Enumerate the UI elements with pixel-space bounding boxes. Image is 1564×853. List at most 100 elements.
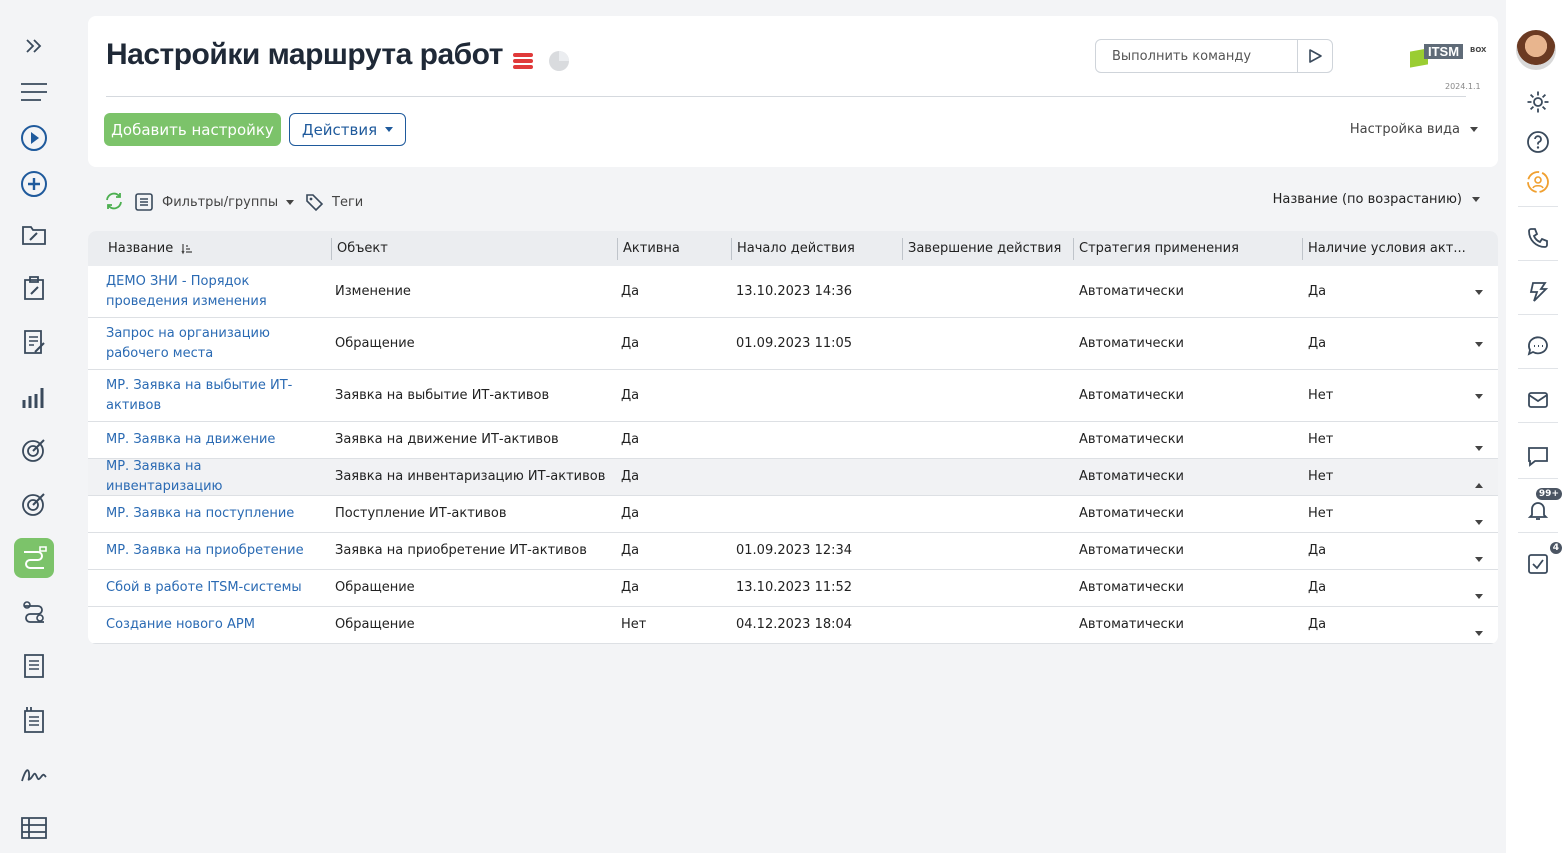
add-circle-icon[interactable]: [14, 164, 54, 204]
menu-icon[interactable]: [14, 72, 54, 112]
chevron-down-icon: [1470, 127, 1478, 132]
run-command-button[interactable]: [1297, 40, 1332, 72]
column-header-condition[interactable]: Наличие условия акт...: [1302, 238, 1472, 260]
tasks-check-icon[interactable]: 4: [1522, 542, 1562, 580]
divider: [1518, 206, 1558, 207]
table-row[interactable]: МР. Заявка на приобретение Заявка на прио…: [88, 533, 1498, 570]
play-circle-icon[interactable]: [14, 118, 54, 158]
cell-strategy: Автоматически: [1079, 283, 1185, 299]
cell-object: Обращение: [335, 617, 415, 632]
add-setting-button[interactable]: Добавить настройку: [104, 113, 281, 146]
divider: [1518, 368, 1558, 369]
cell-name[interactable]: МР. Заявка на приобретение: [106, 533, 316, 569]
list-view-icon[interactable]: [512, 52, 534, 74]
notifications-bell-icon[interactable]: 99+: [1522, 488, 1562, 526]
table-row[interactable]: Запрос на организацию рабочего места Обра…: [88, 318, 1498, 370]
chat-bot-icon[interactable]: [1522, 330, 1554, 362]
cell-object: Заявка на движение ИТ-активов: [335, 432, 559, 447]
target-alt-icon[interactable]: [14, 484, 54, 524]
version-label: 2024.1.1: [1445, 82, 1481, 91]
cell-name[interactable]: МР. Заявка на движение: [106, 422, 316, 458]
title-icons: [512, 50, 570, 76]
tags-button[interactable]: Теги: [304, 192, 363, 212]
cell-strategy: Автоматически: [1079, 617, 1185, 632]
command-box: [1095, 39, 1333, 73]
divider: [1518, 532, 1558, 533]
settings-gear-icon[interactable]: [1522, 86, 1554, 118]
command-input[interactable]: [1096, 40, 1296, 72]
cell-name[interactable]: Запрос на организацию рабочего места: [106, 318, 316, 369]
table-row[interactable]: МР. Заявка на выбытие ИТ-активов Заявка н…: [88, 370, 1498, 422]
quote-document-icon[interactable]: [14, 700, 54, 740]
chevron-up-icon[interactable]: [1475, 473, 1483, 492]
user-avatar[interactable]: [1516, 30, 1556, 70]
work-route-icon[interactable]: [14, 538, 54, 578]
refresh-icon[interactable]: [104, 192, 124, 210]
bar-chart-icon[interactable]: [14, 376, 54, 416]
table-list-icon[interactable]: [14, 808, 54, 848]
cell-object: Поступление ИТ-активов: [335, 506, 507, 521]
target-icon[interactable]: [14, 430, 54, 470]
cell-strategy: Автоматически: [1079, 580, 1185, 595]
filter-list-icon: [135, 193, 153, 211]
route-settings-icon[interactable]: [14, 592, 54, 632]
cell-name[interactable]: МР. Заявка на выбытие ИТ-активов: [106, 370, 316, 421]
chevron-down-icon[interactable]: [1475, 510, 1483, 529]
cell-condition: Да: [1308, 335, 1327, 351]
cell-name[interactable]: Сбой в работе ITSM-системы: [106, 570, 316, 606]
actions-dropdown-button[interactable]: Действия: [289, 113, 406, 146]
cell-name[interactable]: Создание нового АРМ: [106, 607, 316, 643]
cell-strategy: Автоматически: [1079, 543, 1185, 558]
table-row[interactable]: ДЕМО ЗНИ - Порядок проведения изменения И…: [88, 266, 1498, 318]
column-header-name[interactable]: Название: [103, 231, 328, 266]
expand-chevrons-icon[interactable]: [14, 26, 54, 66]
user-sync-icon[interactable]: [1522, 166, 1554, 198]
chevron-down-icon[interactable]: [1475, 621, 1483, 640]
cell-start: [736, 496, 896, 532]
chevron-down-icon[interactable]: [1475, 384, 1483, 403]
message-icon[interactable]: [1522, 440, 1554, 472]
chevron-down-icon[interactable]: [1475, 332, 1483, 351]
clipboard-wrench-icon[interactable]: [14, 268, 54, 308]
sort-label: Название (по возрастанию): [1272, 192, 1462, 207]
column-header-active[interactable]: Активна: [617, 238, 729, 260]
cell-object: Изменение: [335, 283, 411, 299]
cell-name[interactable]: ДЕМО ЗНИ - Порядок проведения изменения: [106, 266, 316, 317]
header-divider: [106, 96, 1466, 97]
chevron-down-icon[interactable]: [1475, 547, 1483, 566]
document-edit-icon[interactable]: [14, 322, 54, 362]
page-title: Настройки маршрута работ: [106, 38, 503, 71]
chevron-down-icon: [1472, 197, 1480, 202]
table-row[interactable]: Сбой в работе ITSM-системы Обращение Да 13.…: [88, 570, 1498, 607]
chevron-down-icon[interactable]: [1475, 584, 1483, 603]
filters-groups-dropdown[interactable]: Фильтры/группы: [134, 192, 295, 212]
document-list-icon[interactable]: [14, 646, 54, 686]
cell-condition: Да: [1308, 283, 1327, 299]
signature-icon[interactable]: [14, 754, 54, 794]
chevron-down-icon[interactable]: [1475, 436, 1483, 455]
cell-start: [736, 422, 896, 458]
view-settings-dropdown[interactable]: Настройка вида: [1350, 122, 1478, 137]
lightning-icon[interactable]: [1522, 276, 1554, 308]
column-header-object[interactable]: Объект: [331, 238, 614, 260]
sort-dropdown[interactable]: Название (по возрастанию): [1273, 192, 1480, 207]
cell-name[interactable]: МР. Заявка на инвентаризацию: [106, 459, 316, 495]
tags-label: Теги: [332, 194, 364, 210]
phone-icon[interactable]: [1522, 222, 1554, 254]
cell-name[interactable]: МР. Заявка на поступление: [106, 496, 316, 532]
folder-tools-icon[interactable]: [14, 214, 54, 254]
header-card: Настройки маршрута работ ITSM BOX 2024.1…: [88, 16, 1498, 167]
help-icon[interactable]: [1522, 126, 1554, 158]
chevron-down-icon[interactable]: [1475, 280, 1483, 299]
pie-chart-icon[interactable]: [548, 50, 570, 76]
column-header-start[interactable]: Начало действия: [731, 238, 901, 260]
table-row[interactable]: Создание нового АРМ Обращение Нет 04.12.202…: [88, 607, 1498, 644]
column-header-strategy[interactable]: Стратегия применения: [1073, 238, 1301, 260]
cell-end: [907, 533, 1067, 569]
table-row[interactable]: МР. Заявка на инвентаризацию Заявка на ин…: [88, 459, 1498, 496]
table-row[interactable]: МР. Заявка на движение Заявка на движение…: [88, 422, 1498, 459]
mail-icon[interactable]: [1522, 384, 1554, 416]
column-header-end[interactable]: Завершение действия: [902, 238, 1072, 260]
table-row[interactable]: МР. Заявка на поступление Поступление ИТ-…: [88, 496, 1498, 533]
cell-condition: Нет: [1308, 432, 1334, 447]
